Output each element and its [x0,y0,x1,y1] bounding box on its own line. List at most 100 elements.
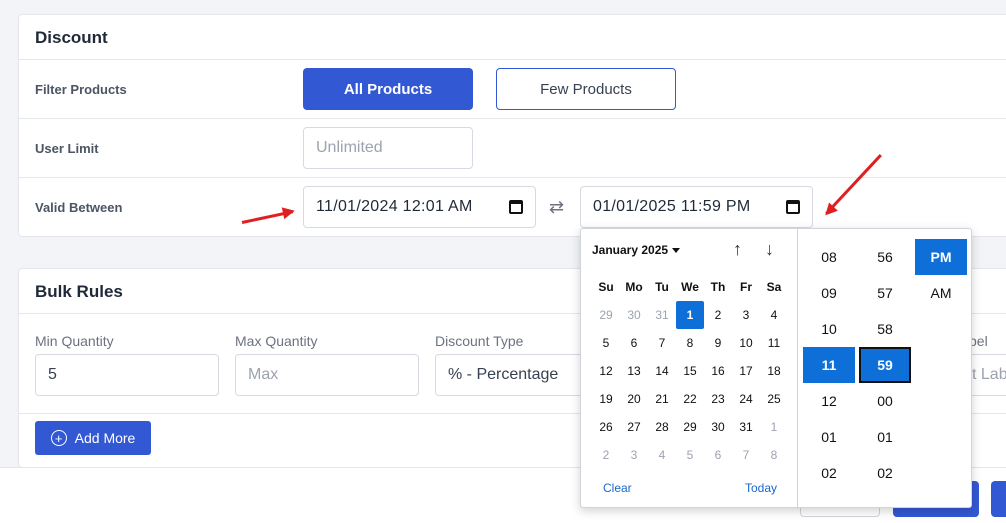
user-limit-input[interactable]: Unlimited [303,127,473,169]
calendar-day[interactable]: 17 [732,357,760,385]
calendar-day[interactable]: 23 [704,385,732,413]
plus-circle-icon: + [50,430,67,446]
calendar-day[interactable]: 22 [676,385,704,413]
calendar-icon[interactable] [786,200,800,214]
weekday-label: Sa [766,280,782,294]
ampm-option[interactable]: AM [915,275,967,311]
calendar-day[interactable]: 24 [732,385,760,413]
today-button[interactable]: Today [745,481,777,495]
ampm-column[interactable]: PM AM [915,239,971,311]
calendar-day[interactable]: 7 [648,329,676,357]
all-products-button[interactable]: All Products [303,68,473,110]
calendar-day[interactable]: 18 [760,357,788,385]
weekday-label: Fr [740,280,752,294]
calendar-day[interactable]: 20 [620,385,648,413]
minute-option[interactable]: 00 [859,383,911,419]
minute-option[interactable]: 56 [859,239,911,275]
add-more-button[interactable]: + Add More [35,421,151,455]
hour-option[interactable]: 08 [803,239,855,275]
minute-option[interactable]: 58 [859,311,911,347]
calendar-day[interactable]: 10 [732,329,760,357]
discount-type-select[interactable]: % - Percentage [435,354,595,396]
datetime-picker-popup: January 2025 ↑ ↓ Su Mo Tu We Th Fr Sa 29 30 31 1 2 3… [580,228,972,509]
calendar-icon[interactable] [509,200,523,214]
minutes-column[interactable]: 56 57 58 59 00 01 02 [859,239,915,491]
calendar-day[interactable]: 16 [704,357,732,385]
hour-option[interactable]: 12 [803,383,855,419]
calendar-day[interactable]: 30 [704,413,732,441]
hour-option[interactable]: 09 [803,275,855,311]
user-limit-placeholder: Unlimited [316,139,383,156]
user-limit-label: User Limit [35,141,99,156]
minute-option[interactable]: 57 [859,275,911,311]
weekday-label: Tu [655,280,669,294]
hours-column[interactable]: 08 09 10 11 12 01 02 [803,239,859,491]
hour-option[interactable]: 01 [803,419,855,455]
calendar-grid: Su Mo Tu We Th Fr Sa 29 30 31 1 2 3 4 5 6 7 8 9 10 11 12 13 14 1… [592,273,788,469]
calendar-day[interactable]: 30 [620,301,648,329]
hour-option[interactable]: 10 [803,311,855,347]
discount-card: Discount Filter Products All Products Fe… [18,14,1006,237]
calendar-day[interactable]: 21 [648,385,676,413]
calendar-day[interactable]: 1 [676,301,704,329]
calendar-day[interactable]: 25 [760,385,788,413]
calendar-week: 12 13 14 15 16 17 18 [592,357,788,385]
calendar-day[interactable]: 28 [648,413,676,441]
month-dropdown[interactable]: January 2025 [592,243,681,257]
calendar-day[interactable]: 13 [620,357,648,385]
min-quantity-input[interactable]: 5 [35,354,219,396]
calendar-day[interactable]: 8 [676,329,704,357]
end-datetime-value: 01/01/2025 11:59 PM [593,198,751,215]
label-placeholder: t Labe [972,366,1006,383]
minute-option[interactable]: 59 [859,347,911,383]
calendar-day[interactable]: 3 [732,301,760,329]
calendar-day[interactable]: 14 [648,357,676,385]
user-limit-row: User Limit Unlimited [19,119,1006,178]
calendar-day[interactable]: 26 [592,413,620,441]
calendar-day[interactable]: 6 [620,329,648,357]
min-quantity-label: Min Quantity [35,333,114,349]
calendar-day[interactable]: 19 [592,385,620,413]
calendar-day[interactable]: 4 [648,441,676,469]
calendar-day[interactable]: 5 [676,441,704,469]
calendar-day[interactable]: 5 [592,329,620,357]
calendar-day[interactable]: 2 [592,441,620,469]
calendar-day[interactable]: 4 [760,301,788,329]
discount-type-value: % - Percentage [448,366,559,383]
calendar-day[interactable]: 1 [760,413,788,441]
month-label: January 2025 [592,243,669,257]
filter-products-label: Filter Products [35,82,127,97]
max-quantity-input[interactable]: Max [235,354,419,396]
calendar-day[interactable]: 11 [760,329,788,357]
calendar-day[interactable]: 9 [704,329,732,357]
calendar-day[interactable]: 29 [592,301,620,329]
calendar-day[interactable]: 8 [760,441,788,469]
hour-option[interactable]: 11 [803,347,855,383]
valid-between-label: Valid Between [35,200,123,215]
calendar-day[interactable]: 2 [704,301,732,329]
hour-option[interactable]: 02 [803,455,855,491]
end-datetime-input[interactable]: 01/01/2025 11:59 PM [580,186,813,228]
calendar-day[interactable]: 31 [648,301,676,329]
clear-button[interactable]: Clear [603,481,632,495]
calendar-day[interactable]: 15 [676,357,704,385]
calendar-week: 2345678 [592,441,788,469]
few-products-button[interactable]: Few Products [496,68,676,110]
calendar-day[interactable]: 7 [732,441,760,469]
minute-option[interactable]: 02 [859,455,911,491]
arrow-up-icon[interactable]: ↑ [733,239,742,260]
footer-extra-button[interactable] [991,481,1006,517]
calendar-day[interactable]: 6 [704,441,732,469]
ampm-option[interactable]: PM [915,239,967,275]
calendar-day[interactable]: 12 [592,357,620,385]
minute-option[interactable]: 01 [859,419,911,455]
swap-arrows-icon: ⇄ [549,197,565,217]
calendar-day[interactable]: 31 [732,413,760,441]
calendar-day[interactable]: 29 [676,413,704,441]
discount-title: Discount [19,15,1006,60]
start-datetime-input[interactable]: 11/01/2024 12:01 AM [303,186,536,228]
arrow-down-icon[interactable]: ↓ [765,239,774,260]
calendar-day[interactable]: 3 [620,441,648,469]
calendar-week: 26 27 28 29 30 31 1 [592,413,788,441]
calendar-day[interactable]: 27 [620,413,648,441]
